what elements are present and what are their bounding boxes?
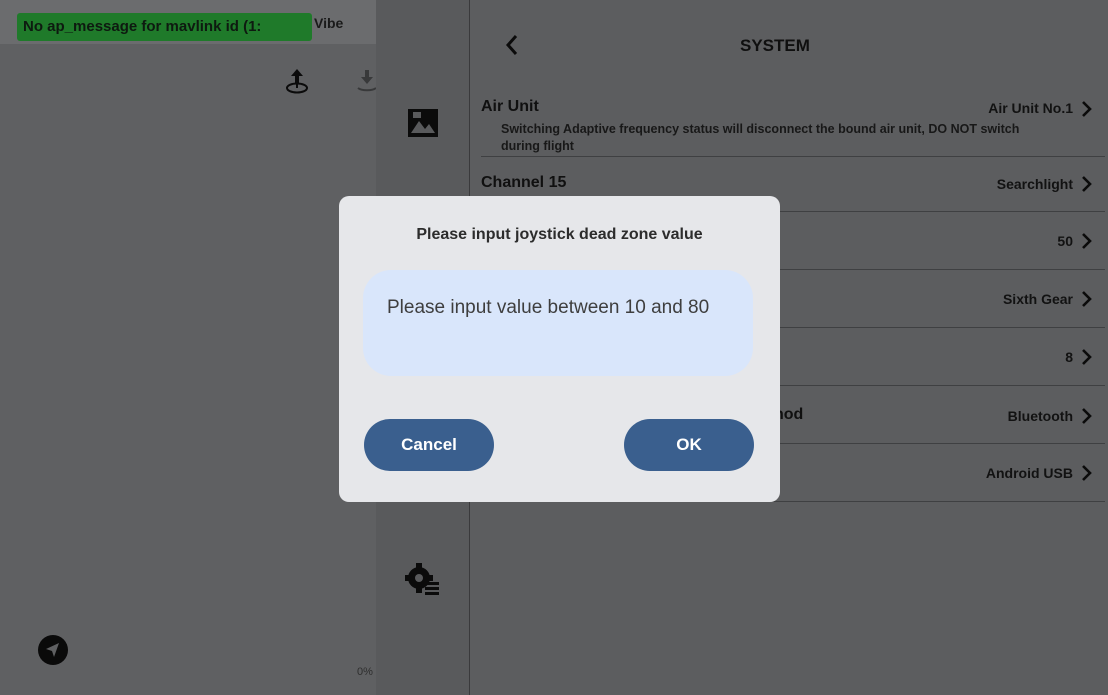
- setting-row-value: 50: [1057, 233, 1073, 249]
- chevron-right-icon: [1082, 233, 1092, 249]
- setting-row-label: Air Unit: [481, 98, 539, 115]
- gear-icon[interactable]: [403, 560, 441, 598]
- map-pane[interactable]: No ap_message for mavlink id (1: Vibe 0%: [0, 0, 377, 695]
- chevron-right-icon: [1082, 408, 1092, 424]
- page-title: SYSTEM: [740, 36, 810, 55]
- vibe-label[interactable]: Vibe: [314, 15, 343, 31]
- status-message-badge[interactable]: No ap_message for mavlink id (1:: [17, 13, 312, 41]
- chevron-right-icon: [1082, 291, 1092, 307]
- setting-row-value: 8: [1065, 349, 1073, 365]
- dead-zone-input[interactable]: Please input value between 10 and 80: [363, 270, 753, 376]
- cancel-button[interactable]: Cancel: [364, 419, 494, 471]
- send-icon[interactable]: [37, 634, 69, 666]
- setting-row-air-unit[interactable]: Air Unit Air Unit No.1 Switching Adaptiv…: [481, 96, 1105, 157]
- setting-row-description: Switching Adaptive frequency status will…: [501, 122, 1020, 153]
- chevron-left-icon[interactable]: [500, 30, 526, 60]
- setting-row-value: Air Unit No.1: [988, 100, 1073, 116]
- setting-row-label: Channel 15: [481, 174, 567, 191]
- chevron-right-icon: [1082, 101, 1092, 117]
- upload-icon[interactable]: [282, 66, 312, 96]
- setting-row-value: Sixth Gear: [1002, 291, 1073, 307]
- progress-percent-label: 0%: [357, 666, 373, 678]
- ok-button[interactable]: OK: [624, 419, 754, 471]
- camera-icon[interactable]: [405, 105, 441, 141]
- dialog-title: Please input joystick dead zone value: [416, 226, 703, 243]
- setting-row-value: Searchlight: [996, 176, 1073, 192]
- chevron-right-icon: [1082, 176, 1092, 192]
- chevron-right-icon: [1082, 465, 1092, 481]
- chevron-right-icon: [1082, 349, 1092, 365]
- dead-zone-dialog: Please input joystick dead zone value Pl…: [339, 196, 780, 502]
- setting-row-value: Bluetooth: [1007, 408, 1073, 424]
- setting-row-value: Android USB: [985, 465, 1073, 481]
- status-bar: No ap_message for mavlink id (1: Vibe: [0, 0, 376, 44]
